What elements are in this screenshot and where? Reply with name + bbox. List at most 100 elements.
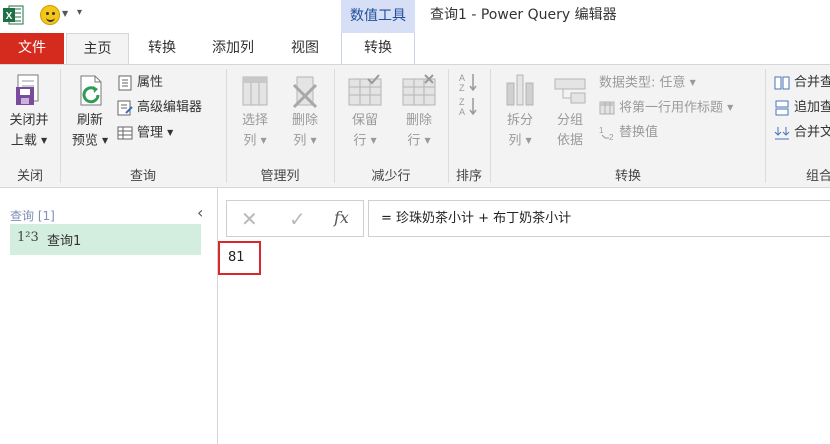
chevron-down-icon: ▼ <box>102 136 109 145</box>
refresh-preview-button[interactable]: 刷新 预览 ▼ <box>65 73 115 152</box>
properties-button[interactable]: 属性 <box>117 72 163 94</box>
svg-text:1: 1 <box>599 126 604 135</box>
keep-rows-icon <box>348 74 382 106</box>
replace-values-button[interactable]: 1 2 替换值 <box>599 122 658 144</box>
tab-file[interactable]: 文件 <box>0 33 64 64</box>
choose-columns-button[interactable]: 选择 列 ▼ <box>231 73 279 152</box>
choose-columns-icon <box>242 76 268 106</box>
title-bar: X ▼ ▾ 数值工具 查询1 - Power Query 编辑器 <box>0 0 830 33</box>
sort-descending-button[interactable]: Z A <box>457 95 481 124</box>
group-by-icon <box>554 78 586 104</box>
svg-text:Z: Z <box>459 97 465 107</box>
tab-add-column[interactable]: 添加列 <box>198 33 268 64</box>
close-and-load-icon <box>16 74 39 105</box>
tab-home[interactable]: 主页 <box>66 33 129 65</box>
group-manage-columns: 选择 列 ▼ 删除 列 ▼ 管理列 <box>227 65 333 188</box>
customize-toolbar-icon[interactable]: ▾ <box>77 7 82 18</box>
number-type-icon: 1²3 <box>17 230 39 245</box>
result-value-cell[interactable]: 81 <box>218 241 261 275</box>
svg-text:A: A <box>459 73 465 83</box>
remove-rows-label-1: 删除 <box>405 113 432 128</box>
manage-label: 管理 <box>137 125 164 141</box>
chevron-down-icon: ▼ <box>689 78 696 87</box>
chevron-down-icon: ▼ <box>525 136 532 145</box>
chevron-down-icon: ▼ <box>260 136 267 145</box>
formula-bar-controls: ✕ ✓ fx <box>226 200 364 237</box>
remove-rows-button[interactable]: 删除 行 ▼ <box>393 73 445 152</box>
group-label-sort: 排序 <box>455 169 482 184</box>
tab-number-tools-transform[interactable]: 转换 <box>341 33 415 64</box>
use-first-row-headers-icon <box>599 101 615 115</box>
data-type-label: 数据类型: 任意 <box>599 75 686 91</box>
group-by-label-1: 分组 <box>556 113 583 128</box>
cancel-formula-icon[interactable]: ✕ <box>241 207 258 231</box>
smiley-feedback-icon[interactable] <box>40 5 60 25</box>
choose-columns-label-1: 选择 <box>241 113 268 128</box>
insert-function-icon[interactable]: fx <box>334 208 349 227</box>
split-column-icon <box>506 74 534 106</box>
group-by-label-2: 依据 <box>556 133 583 148</box>
sort-descending-icon: Z A <box>459 97 477 117</box>
properties-icon <box>118 75 132 90</box>
use-first-row-as-headers-button[interactable]: 将第一行用作标题 ▼ <box>599 97 733 119</box>
keep-rows-button[interactable]: 保留 行 ▼ <box>339 73 391 152</box>
excel-logo-icon: X <box>3 5 24 25</box>
append-queries-button[interactable]: 追加查 <box>774 97 830 119</box>
use-first-row-as-headers-label: 将第一行用作标题 <box>619 100 724 116</box>
query-list-item[interactable]: 1²3 查询1 <box>10 224 201 255</box>
close-and-load-button[interactable]: 关闭并 上载 ▼ <box>2 73 56 152</box>
combine-files-label: 合并文 <box>794 125 830 140</box>
manage-button[interactable]: 管理 ▼ <box>117 122 173 144</box>
smiley-dropdown-icon[interactable]: ▼ <box>62 9 68 18</box>
svg-text:Z: Z <box>459 83 465 93</box>
context-tab-title: 数值工具 <box>341 0 415 33</box>
advanced-editor-button[interactable]: 高级编辑器 <box>117 97 202 119</box>
group-query: 刷新 预览 ▼ 属性 高级编辑器 管理 ▼ 查询 <box>61 65 225 188</box>
split-column-label-1: 拆分 <box>506 113 533 128</box>
close-and-load-label-1: 关闭并 <box>9 113 49 128</box>
group-label-combine: 组合 <box>806 169 830 184</box>
group-sort: A Z Z A 排序 <box>449 65 489 188</box>
group-label-query: 查询 <box>129 169 156 184</box>
replace-values-label: 替换值 <box>619 125 659 140</box>
refresh-label-1: 刷新 <box>76 113 103 128</box>
queries-pane-header: 查询 [1] <box>10 209 55 223</box>
refresh-label-2: 预览 <box>71 133 98 149</box>
merge-queries-label: 合并查 <box>794 75 830 90</box>
split-column-label-2: 列 <box>508 133 522 149</box>
remove-columns-label-1: 删除 <box>291 113 318 128</box>
window-title: 查询1 - Power Query 编辑器 <box>430 7 617 23</box>
tab-transform[interactable]: 转换 <box>132 33 192 64</box>
remove-columns-button[interactable]: 删除 列 ▼ <box>281 73 329 152</box>
data-type-dropdown[interactable]: 数据类型: 任意 ▼ <box>599 72 696 94</box>
group-combine: 合并查 追加查 合并文 组合 <box>766 65 830 188</box>
remove-rows-label-2: 行 <box>407 133 421 149</box>
group-label-close: 关闭 <box>16 169 43 184</box>
keep-rows-label-2: 行 <box>353 133 367 149</box>
formula-input[interactable]: = 珍珠奶茶小计 + 布丁奶茶小计 <box>368 200 830 237</box>
merge-queries-icon <box>774 76 790 89</box>
ribbon: 关闭并 上载 ▼ 关闭 刷新 预览 ▼ 属性 高级编辑器 管理 ▼ 查询 选择 … <box>0 64 830 188</box>
group-close: 关闭并 上载 ▼ 关闭 <box>0 65 60 188</box>
sort-ascending-icon: A Z <box>459 73 477 93</box>
group-by-button[interactable]: 分组 依据 <box>547 73 593 151</box>
tab-view[interactable]: 视图 <box>278 33 332 64</box>
collapse-pane-chevron-icon[interactable]: ‹ <box>197 203 203 222</box>
remove-columns-icon <box>292 76 318 109</box>
group-transform: 拆分 列 ▼ 分组 依据 数据类型: 任意 ▼ 将第一行用作标题 ▼ 1 2 替… <box>491 65 765 188</box>
merge-queries-button[interactable]: 合并查 <box>774 72 830 94</box>
append-queries-label: 追加查 <box>794 100 830 115</box>
advanced-editor-icon <box>117 100 133 115</box>
ribbon-tabs: 文件 主页 转换 添加列 视图 转换 <box>0 33 830 65</box>
power-query-editor-window: X ▼ ▾ 数值工具 查询1 - Power Query 编辑器 文件 主页 转… <box>0 0 830 444</box>
split-column-button[interactable]: 拆分 列 ▼ <box>497 73 543 152</box>
combine-files-icon <box>774 126 790 139</box>
refresh-icon <box>80 75 102 106</box>
chevron-down-icon: ▼ <box>310 136 317 145</box>
svg-text:2: 2 <box>609 133 614 141</box>
combine-files-button[interactable]: 合并文 <box>774 122 830 144</box>
remove-columns-label-2: 列 <box>293 133 307 149</box>
query-name: 查询1 <box>47 234 82 249</box>
chevron-down-icon: ▼ <box>167 128 174 137</box>
confirm-formula-icon[interactable]: ✓ <box>289 207 306 231</box>
